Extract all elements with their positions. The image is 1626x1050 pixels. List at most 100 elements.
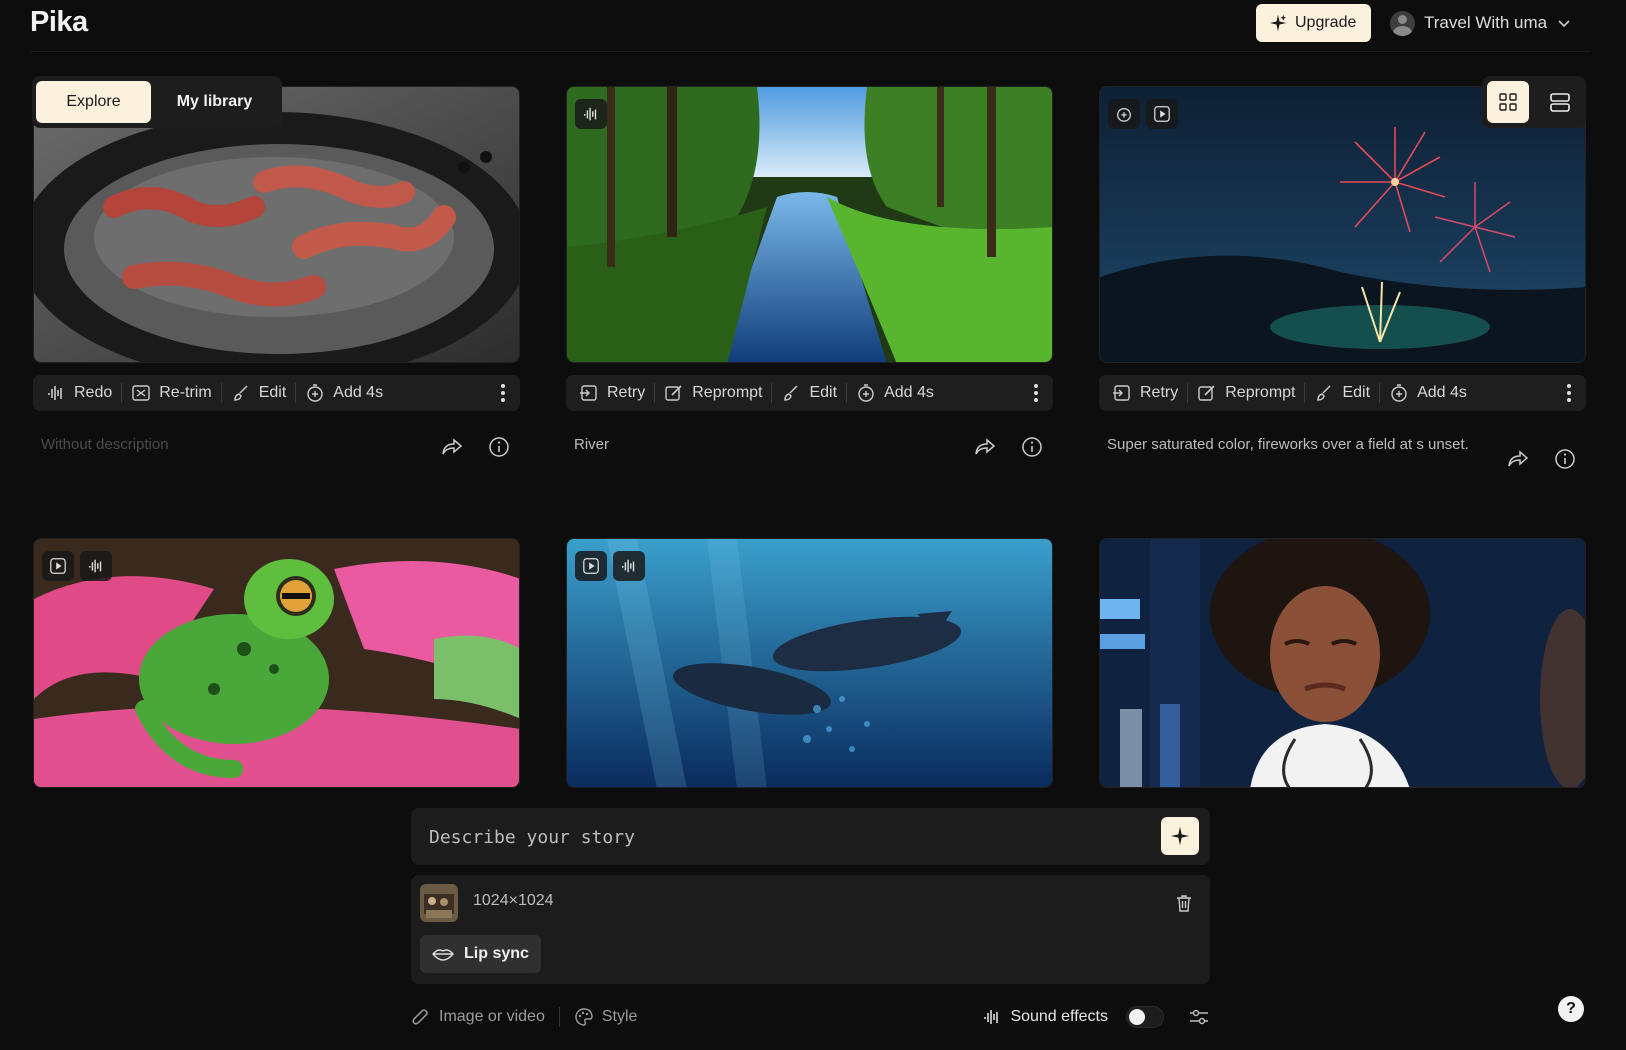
library-tabs: Explore My library [32, 76, 282, 128]
video-thumbnail[interactable] [566, 538, 1053, 788]
trash-icon [1177, 895, 1191, 912]
waveform-icon [621, 559, 635, 573]
card-toolbar: Retry Reprompt Edit Add 4s [566, 375, 1053, 411]
avatar [1390, 10, 1415, 36]
card-toolbar: Retry Reprompt Edit Add 4s [1099, 375, 1586, 411]
video-card: Retry Reprompt Edit Add 4s Super saturat… [1099, 86, 1586, 486]
retrim-button[interactable]: Re-trim [122, 379, 220, 407]
timer-plus-icon [1391, 384, 1407, 402]
retry-button[interactable]: Retry [570, 379, 654, 407]
grid-view-button[interactable] [1487, 81, 1529, 123]
more-vertical-icon [1034, 384, 1038, 402]
info-button[interactable] [1017, 432, 1047, 462]
paperclip-icon [412, 1009, 428, 1025]
brush-icon [784, 385, 799, 401]
retry-icon [1113, 385, 1130, 401]
thumbnail-badges [1108, 99, 1178, 129]
share-button[interactable] [437, 432, 467, 462]
brush-icon [233, 385, 248, 401]
sound-effects-toggle[interactable]: Sound effects [982, 1002, 1164, 1032]
add-4s-button[interactable]: Add 4s [847, 379, 943, 407]
video-thumbnail[interactable] [1099, 538, 1586, 788]
retry-icon [580, 385, 597, 401]
share-icon [1508, 450, 1529, 467]
video-description: River [574, 436, 610, 453]
more-options-button[interactable] [490, 379, 516, 407]
retry-button[interactable]: Retry [1103, 379, 1187, 407]
account-menu[interactable]: Travel With uma [1390, 8, 1572, 38]
help-button[interactable]: ? [1558, 996, 1584, 1022]
play-square-icon [1154, 106, 1170, 122]
more-vertical-icon [1567, 384, 1571, 402]
timer-plus-icon [307, 384, 323, 402]
view-toggle [1482, 76, 1586, 128]
upgrade-label: Upgrade [1295, 14, 1357, 31]
video-card [33, 538, 520, 788]
add-4s-button[interactable]: Add 4s [1380, 379, 1476, 407]
video-badge [575, 551, 607, 581]
video-card [566, 538, 1053, 788]
remove-attachment-button[interactable] [1168, 887, 1200, 919]
video-thumbnail[interactable] [33, 538, 520, 788]
timer-plus-icon [858, 384, 874, 402]
story-prompt-input[interactable] [429, 822, 1109, 852]
generate-button[interactable] [1161, 817, 1199, 855]
bacon-pan-image [34, 87, 519, 362]
more-options-button[interactable] [1556, 379, 1582, 407]
pencil-square-icon [1198, 385, 1215, 401]
tab-explore[interactable]: Explore [36, 81, 151, 123]
video-badge [1146, 99, 1178, 129]
share-button[interactable] [970, 432, 1000, 462]
info-icon [1555, 449, 1575, 469]
edit-button[interactable]: Edit [772, 379, 846, 407]
share-icon [442, 438, 463, 455]
play-square-icon [583, 558, 599, 574]
attachment-thumbnail[interactable] [420, 884, 458, 922]
card-toolbar: Redo Re-trim Edit Add 4s [33, 375, 520, 411]
lips-icon [432, 949, 454, 961]
settings-button[interactable] [1188, 1002, 1210, 1032]
reprompt-button[interactable]: Reprompt [655, 379, 771, 407]
video-description: Super saturated color, fireworks over a … [1107, 436, 1469, 453]
info-button[interactable] [484, 432, 514, 462]
reprompt-button[interactable]: Reprompt [1188, 379, 1304, 407]
waveform-icon [48, 386, 62, 400]
animated-doctor-image [1100, 539, 1585, 787]
share-button[interactable] [1503, 444, 1533, 474]
thumbnail-badges [575, 551, 645, 581]
brush-icon [1317, 385, 1332, 401]
upgrade-button[interactable]: Upgrade [1256, 4, 1371, 42]
lip-sync-button[interactable]: Lip sync [420, 935, 541, 973]
chevron-down-icon [1558, 20, 1570, 28]
waveform-icon [984, 1010, 999, 1024]
more-options-button[interactable] [1023, 379, 1049, 407]
pencil-square-icon [665, 385, 682, 401]
pika-logo[interactable]: Pika [30, 6, 88, 39]
sparkle-icon [1170, 826, 1190, 846]
account-name: Travel With uma [1424, 13, 1548, 32]
palette-icon [575, 1008, 593, 1026]
grid-icon [1499, 93, 1517, 111]
waveform-icon [88, 559, 102, 573]
style-button[interactable]: Style [574, 1002, 637, 1032]
attachment-dimensions: 1024×1024 [473, 892, 554, 909]
play-square-icon [50, 558, 66, 574]
edit-button[interactable]: Edit [222, 379, 296, 407]
video-card: Retry Reprompt Edit Add 4s River [566, 86, 1053, 486]
thumbnail-badges [42, 551, 112, 581]
list-view-button[interactable] [1539, 81, 1581, 123]
add-4s-button[interactable]: Add 4s [296, 379, 392, 407]
divider [558, 1007, 560, 1027]
video-description: Without description [41, 436, 169, 453]
extend-badge [1108, 99, 1140, 129]
video-card [1099, 538, 1586, 788]
redo-button[interactable]: Redo [37, 379, 121, 407]
video-badge [42, 551, 74, 581]
river-image [567, 87, 1052, 362]
sound-effects-switch[interactable] [1126, 1006, 1164, 1028]
edit-button[interactable]: Edit [1305, 379, 1379, 407]
info-button[interactable] [1550, 444, 1580, 474]
tab-my-library[interactable]: My library [157, 81, 272, 123]
video-thumbnail[interactable] [566, 86, 1053, 363]
image-or-video-button[interactable]: Image or video [411, 1002, 545, 1032]
